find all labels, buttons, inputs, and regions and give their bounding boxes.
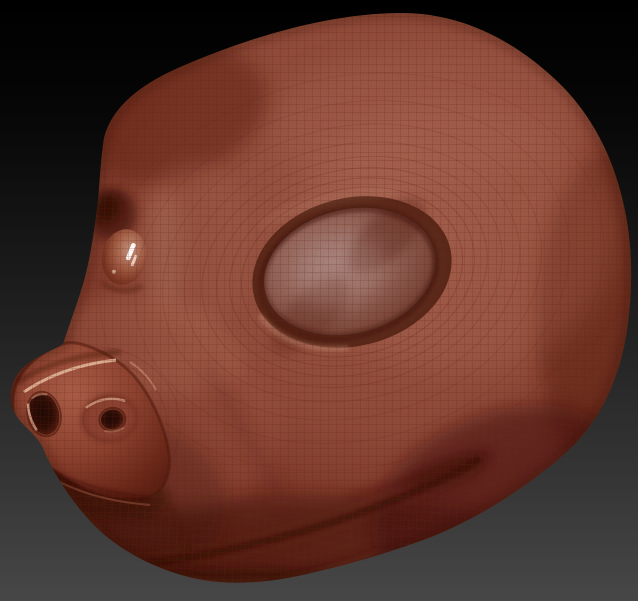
- sculpt-viewport[interactable]: [0, 0, 638, 601]
- viewport-canvas[interactable]: [0, 0, 638, 601]
